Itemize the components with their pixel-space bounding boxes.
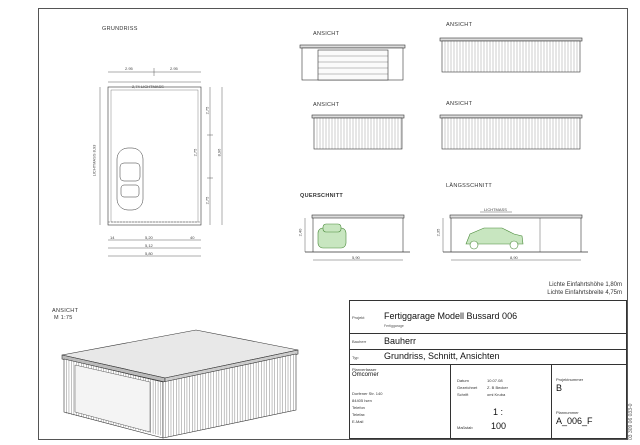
- label-querschnitt: QUERSCHNITT: [300, 193, 344, 199]
- dim-bottom-a: 5,20: [145, 235, 153, 240]
- label-ansicht-iso: ANSICHT: [52, 308, 79, 314]
- tb-addr-l3: Telefon: [352, 405, 365, 410]
- tb-projekt: Fertiggarage Modell Bussard 006: [384, 311, 518, 321]
- tb-projekt-sub: Fertiggarage: [384, 324, 404, 328]
- dim-right-c: 2,75: [192, 148, 198, 157]
- longitudinal-section: [442, 211, 588, 261]
- floor-plan: [99, 68, 223, 257]
- dim-right-total: 8,96: [216, 148, 222, 157]
- tb-numbers: Projektnummer B Plannummer A_006_F: [552, 365, 626, 438]
- tb-row-typ: Typ Grundriss, Schnitt, Ansichten: [350, 350, 626, 365]
- tb-massstab-key: Maßstab: [457, 425, 473, 430]
- isometric-view: [61, 329, 299, 439]
- tb-projekt-key: Projekt: [352, 315, 365, 320]
- clearance-height: Lichte Einfahrtshöhe 1,80m: [548, 282, 622, 288]
- dim-ls-width: 8,90: [510, 255, 518, 260]
- tb-bauherr-key: Bauherr: [352, 339, 367, 344]
- label-ansicht-iso-scale: M 1:75: [54, 315, 73, 321]
- dim-top-right: 2.95: [170, 66, 178, 71]
- tb-scale-top: 1 :: [493, 407, 504, 417]
- dim-right-a: 2,75: [204, 106, 210, 115]
- dim-ls-top: LICHTMASS: [484, 207, 507, 212]
- tb-typ-key: Typ: [352, 355, 359, 360]
- tb-row-bauherr: Bauherr Bauherr: [350, 334, 626, 350]
- tb-plannummer-key: Plannummer: [556, 410, 579, 415]
- elevation-side-long-2: [439, 114, 583, 150]
- tb-typ: Grundriss, Schnitt, Ansichten: [384, 351, 500, 361]
- label-grundriss: GRUNDRISS: [102, 26, 138, 32]
- elevation-front: [299, 44, 406, 81]
- dim-inner-width: 2,74 LICHTMASS: [132, 84, 164, 89]
- tb-company: Planverfasser Omcorner Dorfener Str. 140…: [350, 365, 451, 438]
- dim-right-b: 2,75: [204, 196, 210, 205]
- tb-addr-l4: Telefax: [352, 412, 365, 417]
- tb-projektnummer-key: Projektnummer: [556, 377, 584, 382]
- dim-bottom-small-l: 14: [110, 235, 115, 240]
- tb-addr-l5: E-Mail: [352, 419, 364, 424]
- tb-schrift-key: Schrift: [457, 392, 469, 397]
- side-code: 03 309 06 033-0: [628, 403, 634, 440]
- tb-row-projekt: Projekt Fertiggarage Modell Bussard 006 …: [350, 301, 626, 334]
- tb-datum: 10.07.08: [487, 378, 503, 383]
- tb-bauherr: Bauherr: [384, 336, 417, 346]
- tb-gez: Z. B Becker: [487, 385, 508, 390]
- dim-left-vertical: LICHTMASS 8,93: [91, 144, 97, 177]
- tb-addr-l1: Dorfener Str. 140: [352, 391, 383, 396]
- clearance-width: Lichte Einfahrtsbreite 4,75m: [547, 290, 622, 296]
- dim-bottom-b: 5,12: [145, 243, 153, 248]
- label-ansicht-1: ANSICHT: [313, 31, 340, 37]
- tb-company-l2: Omcorner: [352, 372, 379, 378]
- tb-plannummer: A_006_F: [556, 416, 593, 426]
- elevation-side-long: [439, 37, 583, 73]
- dim-qs-width: 5,90: [352, 255, 360, 260]
- tb-datum-key: Datum: [457, 378, 469, 383]
- dim-qs-height: 2,40: [297, 228, 303, 237]
- tb-addr-l2: 84405 Isen: [352, 398, 372, 403]
- title-block: Projekt Fertiggarage Modell Bussard 006 …: [349, 300, 627, 439]
- label-ansicht-3: ANSICHT: [313, 102, 340, 108]
- cross-section: [304, 214, 410, 261]
- dim-top-left: 2.95: [125, 66, 133, 71]
- tb-scale-bottom: 100: [491, 421, 507, 431]
- tb-gez-key: Gezeichnet: [457, 385, 478, 390]
- tb-schrift: omi Kruba: [487, 392, 506, 397]
- dim-bottom-total: 5,80: [145, 251, 153, 256]
- dim-bottom-small-r: 40: [190, 235, 195, 240]
- label-laengsschnitt: LÄNGSSCHNITT: [446, 183, 493, 189]
- dim-ls-height: 2,35: [435, 228, 441, 237]
- elevation-back: [311, 114, 405, 150]
- label-ansicht-4: ANSICHT: [446, 101, 473, 107]
- tb-projektnummer: B: [556, 383, 563, 393]
- tb-meta: Datum 10.07.08 Gezeichnet Z. B Becker Sc…: [451, 365, 552, 438]
- label-ansicht-2: ANSICHT: [446, 22, 473, 28]
